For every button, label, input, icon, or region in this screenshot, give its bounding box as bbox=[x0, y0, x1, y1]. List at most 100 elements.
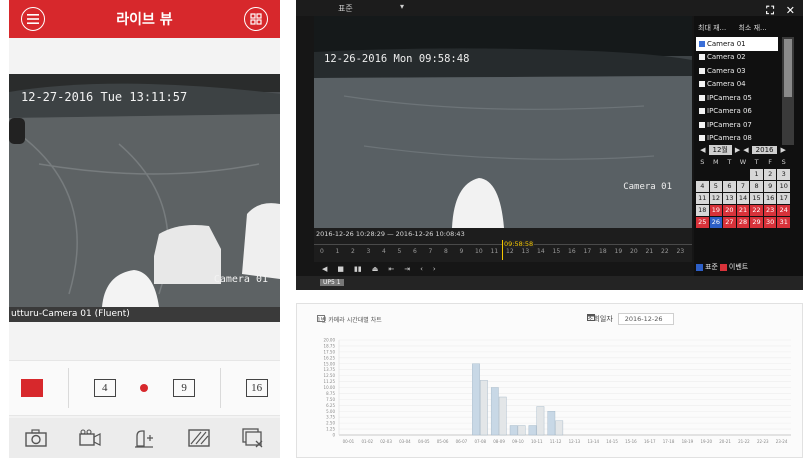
calendar-day[interactable]: 12 bbox=[709, 193, 723, 204]
video-record-icon bbox=[79, 429, 101, 446]
layout-9-button[interactable]: 9 bbox=[173, 379, 196, 397]
camera-checkbox[interactable] bbox=[699, 67, 705, 74]
calendar-day[interactable]: 29 bbox=[750, 217, 763, 228]
calendar-day[interactable]: 22 bbox=[750, 205, 763, 216]
timeline-tick-label: 17 bbox=[583, 248, 592, 255]
camera-list-item[interactable]: IPCamera 07 bbox=[696, 118, 778, 132]
calendar-day[interactable]: 2 bbox=[763, 169, 777, 180]
calendar-day[interactable]: 15 bbox=[750, 193, 763, 204]
tab-min-playback[interactable]: 최소 재... bbox=[738, 24, 766, 32]
timeline-tick-label: 8 bbox=[444, 248, 448, 255]
calendar-weekday: S bbox=[781, 158, 786, 166]
view-mode-label[interactable]: 표준 bbox=[338, 3, 353, 14]
ptz-button[interactable] bbox=[131, 427, 157, 449]
playback-control-button[interactable]: ⇥ bbox=[404, 265, 410, 273]
calendar-day[interactable]: 31 bbox=[777, 217, 790, 228]
y-tick-label: 6.25 bbox=[326, 403, 335, 408]
calendar-day[interactable]: 9 bbox=[763, 181, 777, 192]
calendar-day[interactable]: 13 bbox=[723, 193, 736, 204]
calendar-day[interactable]: 24 bbox=[777, 205, 790, 216]
next-month-icon[interactable]: ▶ bbox=[735, 146, 740, 154]
timeline-tick-label: 18 bbox=[599, 248, 607, 255]
calendar-day[interactable]: 11 bbox=[696, 193, 709, 204]
camera-checkbox[interactable] bbox=[699, 40, 705, 47]
timeline-tick-label: 22 bbox=[661, 248, 669, 255]
divider bbox=[68, 368, 70, 408]
calendar-day[interactable]: 28 bbox=[736, 217, 750, 228]
calendar-day[interactable]: 19 bbox=[709, 205, 723, 216]
camera-list-item[interactable]: IPCamera 06 bbox=[696, 105, 778, 119]
playback-control-button[interactable]: ‹ bbox=[420, 265, 423, 273]
prev-year-icon[interactable]: ◀ bbox=[743, 146, 748, 154]
live-video-feed[interactable]: 12-27-2016 Tue 13:11:57 Camera 01 bbox=[9, 74, 280, 307]
record-indicator-dot bbox=[140, 384, 149, 392]
layout-1-button[interactable]: 1 bbox=[21, 379, 44, 397]
camera-label: IPCamera 07 bbox=[707, 120, 752, 129]
playback-control-button[interactable]: › bbox=[433, 265, 436, 273]
playback-video[interactable]: 12-26-2016 Mon 09:58:48 Camera 01 bbox=[314, 16, 692, 228]
camera-list-item[interactable]: IPCamera 08 bbox=[696, 132, 778, 146]
calendar-day[interactable]: 14 bbox=[736, 193, 750, 204]
chevron-down-icon[interactable]: ▾ bbox=[400, 2, 404, 11]
prev-month-icon[interactable]: ◀ bbox=[700, 146, 705, 154]
calendar-day[interactable]: 23 bbox=[763, 205, 777, 216]
camera-checkbox[interactable] bbox=[699, 94, 705, 101]
calendar-day[interactable]: 5 bbox=[709, 181, 723, 192]
image-quality-button[interactable] bbox=[186, 427, 212, 449]
calendar-day[interactable]: 16 bbox=[763, 193, 777, 204]
camera-checkbox[interactable] bbox=[699, 81, 705, 88]
close-view-button[interactable] bbox=[240, 427, 266, 449]
playback-control-button[interactable]: ⇤ bbox=[388, 265, 394, 273]
device-list-button[interactable] bbox=[244, 7, 268, 31]
timeline-tick-label: 19 bbox=[614, 248, 623, 255]
snapshot-button[interactable] bbox=[23, 427, 49, 449]
camera-checkbox[interactable] bbox=[699, 121, 705, 128]
record-button[interactable] bbox=[77, 427, 103, 449]
camera-checkbox[interactable] bbox=[699, 135, 705, 142]
layout-4-button[interactable]: 4 bbox=[93, 379, 116, 397]
camera-checkbox[interactable] bbox=[699, 108, 705, 115]
layout-16-button[interactable]: 16 bbox=[245, 379, 268, 397]
camera-list-item[interactable]: Camera 04 bbox=[696, 78, 778, 92]
calendar-day[interactable]: 7 bbox=[736, 181, 750, 192]
calendar-blank bbox=[696, 169, 709, 180]
calendar-day[interactable]: 30 bbox=[763, 217, 777, 228]
ptz-icon bbox=[135, 430, 154, 448]
tab-max-playback[interactable]: 최대 재... bbox=[698, 24, 726, 32]
camera-list-item[interactable]: Camera 01 bbox=[696, 37, 778, 51]
playback-timeline[interactable]: 2016-12-26 10:28:29 — 2016-12-26 10:08:4… bbox=[314, 228, 692, 262]
chart-bar bbox=[472, 363, 480, 436]
calendar-day[interactable]: 3 bbox=[777, 169, 790, 180]
calendar-day[interactable]: 18 bbox=[696, 205, 709, 216]
camera-checkbox[interactable] bbox=[699, 54, 705, 61]
calendar-day[interactable]: 26 bbox=[709, 217, 723, 228]
calendar-month[interactable]: 12월 bbox=[708, 145, 732, 155]
playback-control-button[interactable]: ▮▮ bbox=[354, 265, 362, 273]
playback-control-button[interactable]: ◀ bbox=[322, 265, 327, 273]
calendar-day[interactable]: 1 bbox=[750, 169, 763, 180]
calendar-day[interactable]: 21 bbox=[736, 205, 750, 216]
bottom-toolbar bbox=[9, 418, 280, 458]
calendar-day[interactable]: 10 bbox=[777, 181, 790, 192]
calendar-header: ◀ 12월 ▶ ◀ 2016 ▶ bbox=[696, 144, 790, 156]
y-tick-label: 10.00 bbox=[324, 385, 336, 390]
calendar-day[interactable]: 20 bbox=[723, 205, 736, 216]
calendar-year[interactable]: 2016 bbox=[751, 146, 778, 154]
camera-list-item[interactable]: Camera 02 bbox=[696, 51, 778, 65]
calendar-day[interactable]: 27 bbox=[723, 217, 736, 228]
calendar-day[interactable]: 4 bbox=[696, 181, 709, 192]
timeline-tick-label: 6 bbox=[413, 248, 417, 255]
close-icon[interactable]: ✕ bbox=[786, 4, 795, 17]
fullscreen-icon[interactable]: ⛶ bbox=[766, 4, 774, 17]
calendar-day[interactable]: 25 bbox=[696, 217, 709, 228]
playback-control-button[interactable]: ■ bbox=[337, 265, 344, 273]
calendar-day[interactable]: 17 bbox=[777, 193, 790, 204]
playback-control-button[interactable]: ⏏ bbox=[372, 265, 379, 273]
camera-list-scrollbar[interactable] bbox=[782, 37, 794, 145]
camera-list-item[interactable]: Camera 03 bbox=[696, 64, 778, 78]
calendar-day[interactable]: 8 bbox=[750, 181, 763, 192]
scrollbar-thumb[interactable] bbox=[784, 39, 792, 97]
camera-list-item[interactable]: IPCamera 05 bbox=[696, 91, 778, 105]
next-year-icon[interactable]: ▶ bbox=[780, 146, 785, 154]
calendar-day[interactable]: 6 bbox=[723, 181, 736, 192]
